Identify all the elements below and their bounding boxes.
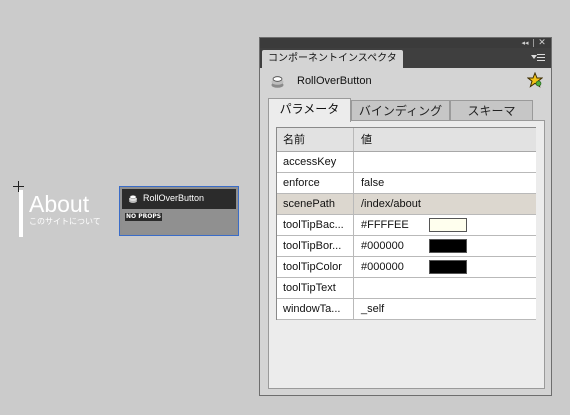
param-row-scenepath[interactable]: scenePath /index/about bbox=[277, 194, 536, 215]
param-value[interactable] bbox=[355, 152, 536, 172]
component-icon bbox=[129, 195, 137, 203]
param-row-window-target[interactable]: windowTa... _self bbox=[277, 299, 536, 320]
param-value[interactable]: #000000 bbox=[355, 257, 536, 277]
param-value[interactable]: false bbox=[355, 173, 536, 193]
component-inspector-panel: ◂◂ ✕ コンポーネントインスペクタ RollOverButton パラメータ … bbox=[259, 37, 552, 396]
color-swatch[interactable] bbox=[429, 218, 467, 232]
param-name: accessKey bbox=[277, 152, 354, 172]
star-icon[interactable] bbox=[527, 72, 543, 88]
param-name: enforce bbox=[277, 173, 354, 193]
color-swatch[interactable] bbox=[429, 239, 467, 253]
panel-title-bar[interactable]: コンポーネントインスペクタ bbox=[260, 48, 551, 68]
component-icon bbox=[271, 76, 284, 88]
about-accent-bar bbox=[19, 190, 23, 237]
parameters-content: 名前 値 accessKey enforce false scenePath /… bbox=[268, 121, 545, 389]
tab-schema[interactable]: スキーマ bbox=[450, 100, 533, 121]
panel-menu-icon[interactable] bbox=[531, 53, 545, 62]
close-icon[interactable]: ✕ bbox=[537, 38, 547, 48]
parameters-grid: 名前 値 accessKey enforce false scenePath /… bbox=[276, 127, 536, 320]
component-header-row: RollOverButton bbox=[260, 68, 551, 94]
rollover-button-instance[interactable]: RollOverButton NO PROPS bbox=[119, 186, 239, 236]
param-value[interactable]: _self bbox=[355, 299, 536, 319]
header-value[interactable]: 値 bbox=[355, 128, 536, 151]
param-name: toolTipText bbox=[277, 278, 354, 298]
panel-title-tab[interactable]: コンポーネントインスペクタ bbox=[262, 50, 403, 68]
collapse-icon[interactable]: ◂◂ bbox=[519, 39, 531, 47]
param-name: toolTipColor bbox=[277, 257, 354, 277]
inspector-tabs: パラメータ バインディング スキーマ bbox=[268, 98, 543, 122]
param-value[interactable] bbox=[355, 278, 536, 298]
no-props-badge: NO PROPS bbox=[125, 213, 163, 221]
component-preview: RollOverButton NO PROPS bbox=[122, 189, 236, 233]
component-name: RollOverButton bbox=[297, 75, 372, 87]
param-row-tooltip-text[interactable]: toolTipText bbox=[277, 278, 536, 299]
param-value[interactable]: #FFFFEE bbox=[355, 215, 536, 235]
param-row-accesskey[interactable]: accessKey bbox=[277, 152, 536, 173]
param-value[interactable]: #000000 bbox=[355, 236, 536, 256]
param-value-text: #000000 bbox=[361, 261, 404, 273]
param-value-text: #FFFFEE bbox=[361, 219, 409, 231]
about-subtitle[interactable]: このサイトについて bbox=[29, 217, 101, 227]
param-value-text: #000000 bbox=[361, 240, 404, 252]
panel-top-bar[interactable]: ◂◂ ✕ bbox=[260, 38, 551, 48]
param-row-tooltip-border[interactable]: toolTipBor... #000000 bbox=[277, 236, 536, 257]
param-name: scenePath bbox=[277, 194, 354, 214]
topbar-divider bbox=[533, 39, 534, 47]
about-title[interactable]: About bbox=[29, 191, 89, 217]
grid-header: 名前 値 bbox=[277, 128, 536, 152]
param-row-enforce[interactable]: enforce false bbox=[277, 173, 536, 194]
param-name: toolTipBor... bbox=[277, 236, 354, 256]
param-name: toolTipBac... bbox=[277, 215, 354, 235]
param-row-tooltip-bg[interactable]: toolTipBac... #FFFFEE bbox=[277, 215, 536, 236]
param-row-tooltip-color[interactable]: toolTipColor #000000 bbox=[277, 257, 536, 278]
color-swatch[interactable] bbox=[429, 260, 467, 274]
tab-bindings[interactable]: バインディング bbox=[351, 100, 450, 121]
tab-parameters[interactable]: パラメータ bbox=[268, 98, 351, 122]
param-value[interactable]: /index/about bbox=[355, 194, 536, 214]
component-instance-label: RollOverButton bbox=[143, 193, 205, 203]
header-name[interactable]: 名前 bbox=[277, 128, 354, 151]
component-header: RollOverButton bbox=[122, 189, 236, 209]
param-name: windowTa... bbox=[277, 299, 354, 319]
